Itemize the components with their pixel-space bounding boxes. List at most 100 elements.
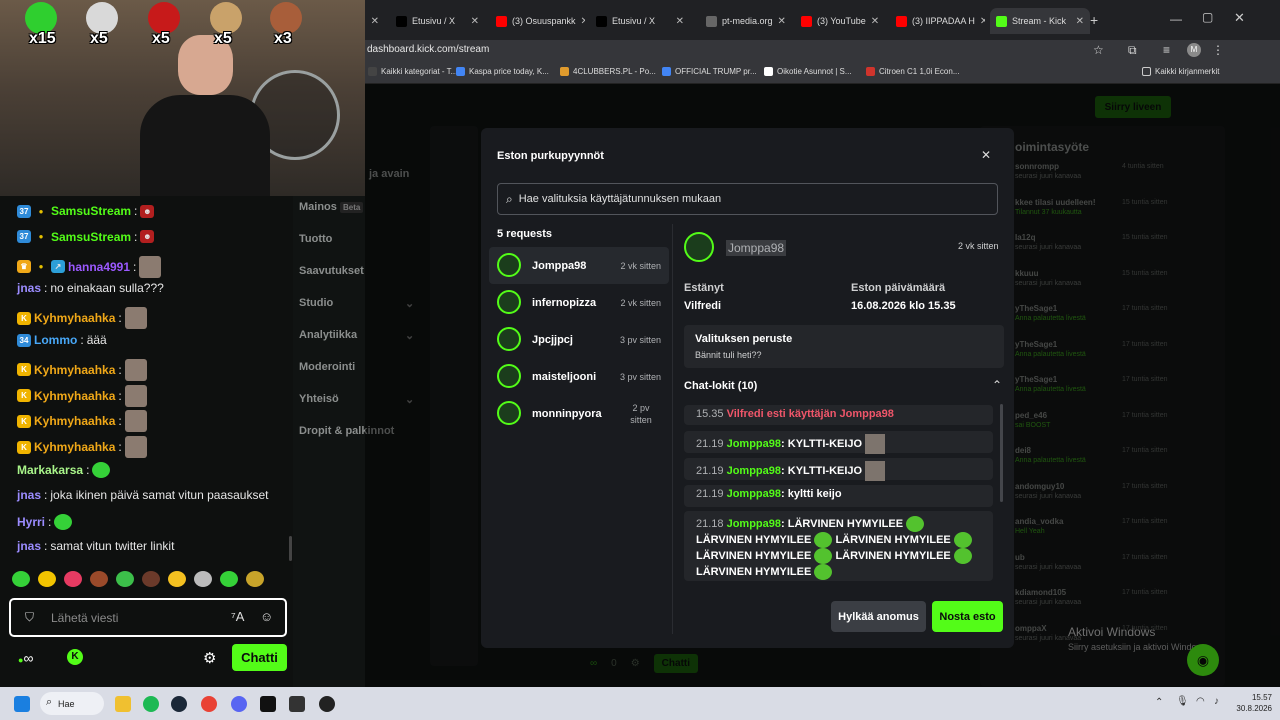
window-close-icon[interactable]: ✕: [1234, 10, 1245, 26]
discord-icon[interactable]: [231, 696, 247, 712]
chat-scrollbar[interactable]: [289, 536, 292, 561]
address-bar[interactable]: dashboard.kick.com/stream ☆ ⧉ ≡ M ⋮: [290, 40, 1280, 62]
chrome-icon[interactable]: [201, 696, 217, 712]
tray-chevron-icon[interactable]: ⌃: [1155, 697, 1163, 708]
close-icon[interactable]: ✕: [981, 148, 991, 162]
tab-close-icon[interactable]: ✕: [778, 16, 786, 27]
chat-username[interactable]: Kyhmyhaahka: [34, 311, 115, 325]
emote-icon[interactable]: [116, 571, 134, 587]
new-tab-icon[interactable]: +: [1090, 12, 1098, 28]
more-menu-icon[interactable]: ⋮: [1212, 43, 1224, 57]
obs-icon[interactable]: [289, 696, 305, 712]
spotify-icon[interactable]: [143, 696, 159, 712]
emote-icon[interactable]: [142, 571, 160, 587]
search-input[interactable]: ⌕ Hae valituksia käyttäjätunnuksen mukaa…: [497, 183, 998, 215]
chat-username[interactable]: jnas: [17, 539, 41, 553]
tab-close-icon[interactable]: ✕: [581, 16, 585, 27]
tab-close-icon[interactable]: ✕: [676, 16, 684, 27]
app-icon[interactable]: [319, 696, 335, 712]
chat-username[interactable]: jnas: [17, 488, 41, 502]
chat-username[interactable]: hanna4991: [68, 260, 130, 274]
extensions-icon[interactable]: ⧉: [1128, 43, 1137, 58]
tab-5[interactable]: pt-media.org ✕: [700, 8, 790, 34]
bookmark-item[interactable]: 4CLUBBERS.PL - Po...: [560, 67, 656, 76]
all-bookmarks[interactable]: Kaikki kirjanmerkit: [1142, 67, 1219, 76]
chat-username[interactable]: jnas: [17, 281, 41, 295]
nav-moderointi[interactable]: Moderointi: [299, 361, 355, 373]
emote-icon[interactable]: [64, 571, 82, 587]
emote-icon[interactable]: [12, 571, 30, 587]
chat-input[interactable]: ⛉ Lähetä viesti ⁷A ☺: [9, 598, 287, 637]
request-item[interactable]: Jomppa98 2 vk sitten: [489, 247, 669, 284]
network-icon[interactable]: ◠: [1196, 696, 1205, 707]
chat-username[interactable]: Kyhmyhaahka: [34, 389, 115, 403]
avatar: [497, 253, 521, 277]
emote-icon[interactable]: [246, 571, 264, 587]
profile-avatar[interactable]: M: [1187, 43, 1201, 57]
x-app-icon[interactable]: [260, 696, 276, 712]
request-item[interactable]: maisteljooni 3 pv sitten: [489, 358, 669, 395]
url-text[interactable]: dashboard.kick.com/stream: [367, 44, 489, 55]
bookmark-item[interactable]: Kaspa price today, K...: [456, 67, 549, 76]
bookmark-item[interactable]: Kaikki kategoriat - T...: [368, 67, 457, 76]
emote-icon[interactable]: [38, 571, 56, 587]
logs-scrollbar[interactable]: [1000, 404, 1003, 502]
volume-icon[interactable]: ♪: [1214, 696, 1219, 707]
chat-username[interactable]: Kyhmyhaahka: [34, 363, 115, 377]
taskbar-search[interactable]: ⌕ Hae: [40, 692, 104, 715]
steam-icon[interactable]: [171, 696, 187, 712]
translate-icon[interactable]: ⁷A: [231, 609, 244, 624]
tab-3[interactable]: (3) Osuuspankk ✕: [490, 8, 585, 34]
minimize-icon[interactable]: —: [1170, 12, 1182, 26]
windows-start-icon[interactable]: [14, 696, 30, 712]
tab-2[interactable]: Etusivu / X ✕: [390, 8, 485, 34]
emoji-icon[interactable]: ☺: [260, 609, 273, 624]
file-explorer-icon[interactable]: [115, 696, 131, 712]
tab-close-icon[interactable]: ✕: [471, 16, 479, 27]
badge-icon: K: [17, 363, 31, 377]
tab-6[interactable]: (3) YouTube ✕: [795, 8, 885, 34]
request-item[interactable]: Jpcjjpcj 3 pv sitten: [489, 321, 669, 358]
emote-icon[interactable]: [194, 571, 212, 587]
emote-icon[interactable]: [90, 571, 108, 587]
nav-saavutukset[interactable]: Saavutukset: [299, 265, 364, 277]
emote-icon[interactable]: [220, 571, 238, 587]
media-icon[interactable]: ≡: [1163, 43, 1170, 57]
tab-7[interactable]: (3) IIPPADAA H ✕: [890, 8, 985, 34]
chat-username[interactable]: SamsuStream: [51, 230, 131, 244]
bookmark-item[interactable]: Citroen C1 1,0i Econ...: [866, 67, 959, 76]
nav-mainos[interactable]: Mainos Beta: [299, 201, 364, 213]
bookmark-item[interactable]: Oikotie Asunnot | S...: [764, 67, 852, 76]
maximize-icon[interactable]: ▢: [1202, 10, 1213, 24]
points-icon[interactable]: ●∞: [18, 650, 33, 666]
kick-logo-icon[interactable]: K: [67, 649, 83, 665]
bookmark-label: Citroen C1 1,0i Econ...: [879, 67, 960, 76]
tab-8[interactable]: Stream - Kick ✕: [990, 8, 1090, 34]
settings-gear-icon[interactable]: ⚙: [203, 649, 216, 667]
chevron-up-icon[interactable]: ⌃: [992, 378, 1002, 392]
tab-close-icon[interactable]: ✕: [371, 16, 379, 27]
chat-username[interactable]: SamsuStream: [51, 204, 131, 218]
reject-button[interactable]: Hylkää anomus: [831, 601, 926, 632]
bookmark-label: Kaikki kategoriat - T...: [381, 67, 458, 76]
mic-icon[interactable]: 🎙: [1176, 696, 1189, 707]
nav-tuotto[interactable]: Tuotto: [299, 233, 332, 245]
chat-username[interactable]: Lommo: [34, 333, 77, 347]
tab-4[interactable]: Etusivu / X ✕: [590, 8, 690, 34]
star-icon[interactable]: ☆: [1093, 43, 1104, 57]
tab-close-icon[interactable]: ✕: [871, 16, 879, 27]
unban-button[interactable]: Nosta esto: [932, 601, 1003, 632]
emote-icon[interactable]: [168, 571, 186, 587]
chat-send-button[interactable]: Chatti: [232, 644, 287, 671]
chat-username[interactable]: Kyhmyhaahka: [34, 414, 115, 428]
tab-close-icon[interactable]: ✕: [980, 16, 985, 27]
tab-close-icon[interactable]: ✕: [1076, 16, 1084, 27]
request-item[interactable]: monninpyora 2 pv sitten: [489, 395, 669, 432]
badge-icon: 37: [17, 204, 31, 218]
chat-username[interactable]: Kyhmyhaahka: [34, 440, 115, 454]
clock[interactable]: 15.57 30.8.2026: [1232, 692, 1272, 714]
chat-username[interactable]: Hyrri: [17, 515, 45, 529]
chat-username[interactable]: Markakarsa: [17, 463, 83, 477]
request-item[interactable]: infernopizza 2 vk sitten: [489, 284, 669, 321]
bookmark-item[interactable]: OFFICIAL TRUMP pr...: [662, 67, 757, 76]
